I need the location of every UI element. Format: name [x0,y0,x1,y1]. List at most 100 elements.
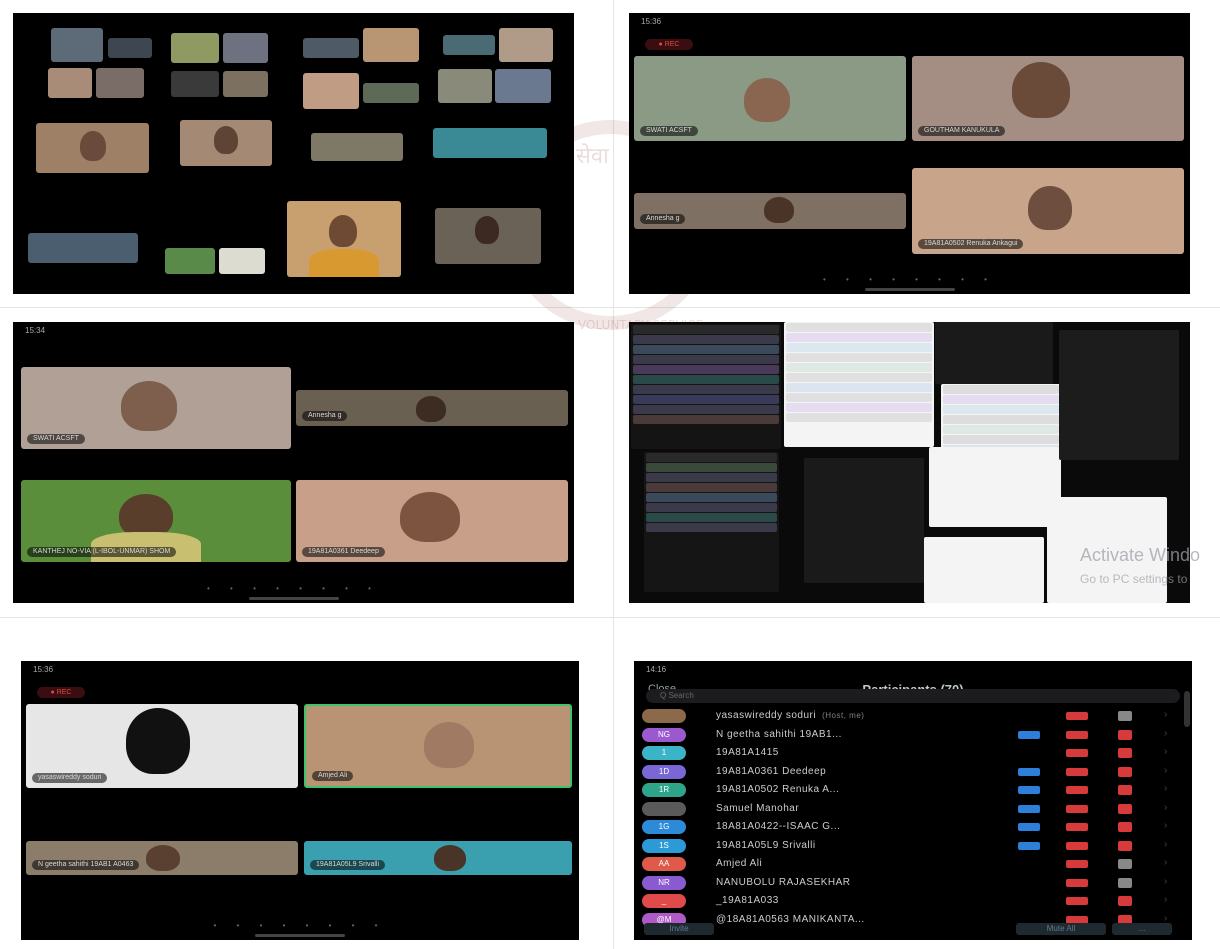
mic-status-icon[interactable] [1118,896,1132,906]
video-camera-icon[interactable] [1018,767,1040,776]
video-tile[interactable]: 19A81A05L9 Srivalli [304,841,572,875]
microphone-muted-icon[interactable] [1066,712,1088,720]
mic-status-icon[interactable] [1118,766,1132,777]
video-tile [443,35,495,55]
participant-row[interactable]: 1R 19A81A0502 Renuka A... › [634,781,1192,799]
panel-video-grid-2: 15:34 SWATI ACSFT Annesha g KANTHEJ NO-V… [13,322,574,603]
participant-row[interactable]: _ _19A81A033 › [634,892,1192,910]
video-tile [36,123,149,173]
more-button[interactable]: ... [1112,923,1172,935]
video-camera-icon[interactable] [1018,730,1040,739]
video-tile[interactable]: SWATI ACSFT [634,56,906,141]
microphone-muted-icon[interactable] [1066,804,1088,813]
chevron-right-icon[interactable]: › [1164,802,1167,813]
microphone-muted-icon[interactable] [1066,878,1088,887]
mic-status-icon[interactable] [1118,859,1132,869]
participant-name: 19A81A05L9 Srivalli [716,840,816,851]
video-tile [363,83,419,103]
mute-all-button[interactable]: Mute All [1016,923,1106,935]
video-tile[interactable]: 19A81A0502 Renuka Ankagui [912,168,1184,254]
video-tile [96,68,144,98]
avatar: 1 [642,746,686,760]
participant-row[interactable]: 1G 18A81A0422--ISAAC G... › [634,818,1192,836]
search-input[interactable]: Q Search [646,689,1180,703]
participant-list-screenshot [644,452,779,592]
video-tile [180,120,272,166]
participant-role: (Host, me) [822,711,865,720]
video-tile [171,71,219,97]
video-camera-icon[interactable] [1018,786,1040,794]
scrollbar[interactable] [1184,691,1190,727]
video-camera-icon[interactable] [1018,804,1040,813]
participant-row[interactable]: NR NANUBOLU RAJASEKHAR › [634,874,1192,892]
chevron-right-icon[interactable]: › [1164,728,1167,739]
chevron-right-icon[interactable]: › [1164,746,1167,757]
video-tile[interactable]: GOUTHAM KANUKULA [912,56,1184,141]
participant-row[interactable]: Samuel Manohar › [634,800,1192,818]
microphone-muted-icon[interactable] [1066,860,1088,868]
mic-status-icon[interactable] [1118,729,1132,740]
chevron-right-icon[interactable]: › [1164,857,1167,868]
video-camera-icon[interactable] [1018,712,1040,720]
microphone-muted-icon[interactable] [1066,730,1088,739]
video-tile [438,69,492,103]
video-camera-icon[interactable] [1018,749,1040,757]
participant-name-text: _19A81A033 [716,895,779,906]
video-camera-icon[interactable] [1018,879,1040,887]
participant-row[interactable]: 1S 19A81A05L9 Srivalli › [634,837,1192,855]
participant-row[interactable]: 1D 19A81A0361 Deedeep › [634,763,1192,781]
mic-status-icon[interactable] [1118,711,1132,721]
mic-status-icon[interactable] [1118,822,1132,832]
microphone-muted-icon[interactable] [1066,897,1088,905]
video-camera-icon[interactable] [1018,860,1040,868]
chevron-right-icon[interactable]: › [1164,876,1167,887]
participant-name-text: NANUBOLU RAJASEKHAR [716,876,851,888]
chevron-right-icon[interactable]: › [1164,765,1167,776]
video-tile [435,208,541,264]
microphone-muted-icon[interactable] [1066,749,1088,757]
video-tile[interactable]: 19A81A0361 Deedeep [296,480,568,562]
video-tile[interactable]: yasaswireddy soduri [26,704,298,788]
video-tile [223,71,268,97]
video-tile[interactable]: Amjed Ali [304,704,572,788]
video-tile[interactable]: KANTHEJ NO-VIA (L-IBOL-UNMAR) SHOM [21,480,291,562]
mic-status-icon[interactable] [1118,803,1132,814]
mic-status-icon[interactable] [1118,840,1132,851]
participant-row[interactable]: NG N geetha sahithi 19AB1... › [634,726,1192,744]
participant-row[interactable]: AA Amjed Ali › [634,855,1192,873]
row-divider-2 [0,617,1220,618]
microphone-muted-icon[interactable] [1066,786,1088,794]
chevron-right-icon[interactable]: › [1164,894,1167,905]
participant-name-text: 19A81A0361 Deedeep [716,765,827,777]
chevron-right-icon[interactable]: › [1164,820,1167,831]
mic-status-icon[interactable] [1118,877,1132,888]
participant-list-screenshot [924,537,1044,603]
participant-name: Samuel Manohar [716,803,799,814]
video-tile[interactable]: Annesha g [296,390,568,426]
participant-name: 19A81A0502 Renuka Ankagui [918,239,1024,249]
video-tile [495,69,551,103]
microphone-muted-icon[interactable] [1066,841,1088,850]
microphone-muted-icon[interactable] [1066,823,1088,831]
participant-row[interactable]: yasaswireddy soduri (Host, me) › [634,707,1192,725]
mic-status-icon[interactable] [1118,785,1132,795]
video-tile[interactable]: Annesha g [634,193,906,229]
mic-status-icon[interactable] [1118,748,1132,758]
video-camera-icon[interactable] [1018,897,1040,905]
chevron-right-icon[interactable]: › [1164,839,1167,850]
video-camera-icon[interactable] [1018,841,1040,850]
video-tile[interactable]: SWATI ACSFT [21,367,291,449]
participant-name: Amjed Ali [312,771,354,781]
recording-indicator: ● REC [645,39,693,50]
video-camera-icon[interactable] [1018,823,1040,831]
avatar: 1D [642,764,686,779]
chevron-right-icon[interactable]: › [1164,709,1167,720]
video-tile [363,28,419,62]
microphone-muted-icon[interactable] [1066,767,1088,776]
video-tile [219,248,265,274]
invite-button[interactable]: Invite [644,923,714,935]
chevron-right-icon[interactable]: › [1164,783,1167,794]
video-tile[interactable]: N geetha sahithi 19AB1 A0463 [26,841,298,875]
participant-name: Annesha g [640,214,686,224]
participant-row[interactable]: 1 19A81A1415 › [634,744,1192,762]
